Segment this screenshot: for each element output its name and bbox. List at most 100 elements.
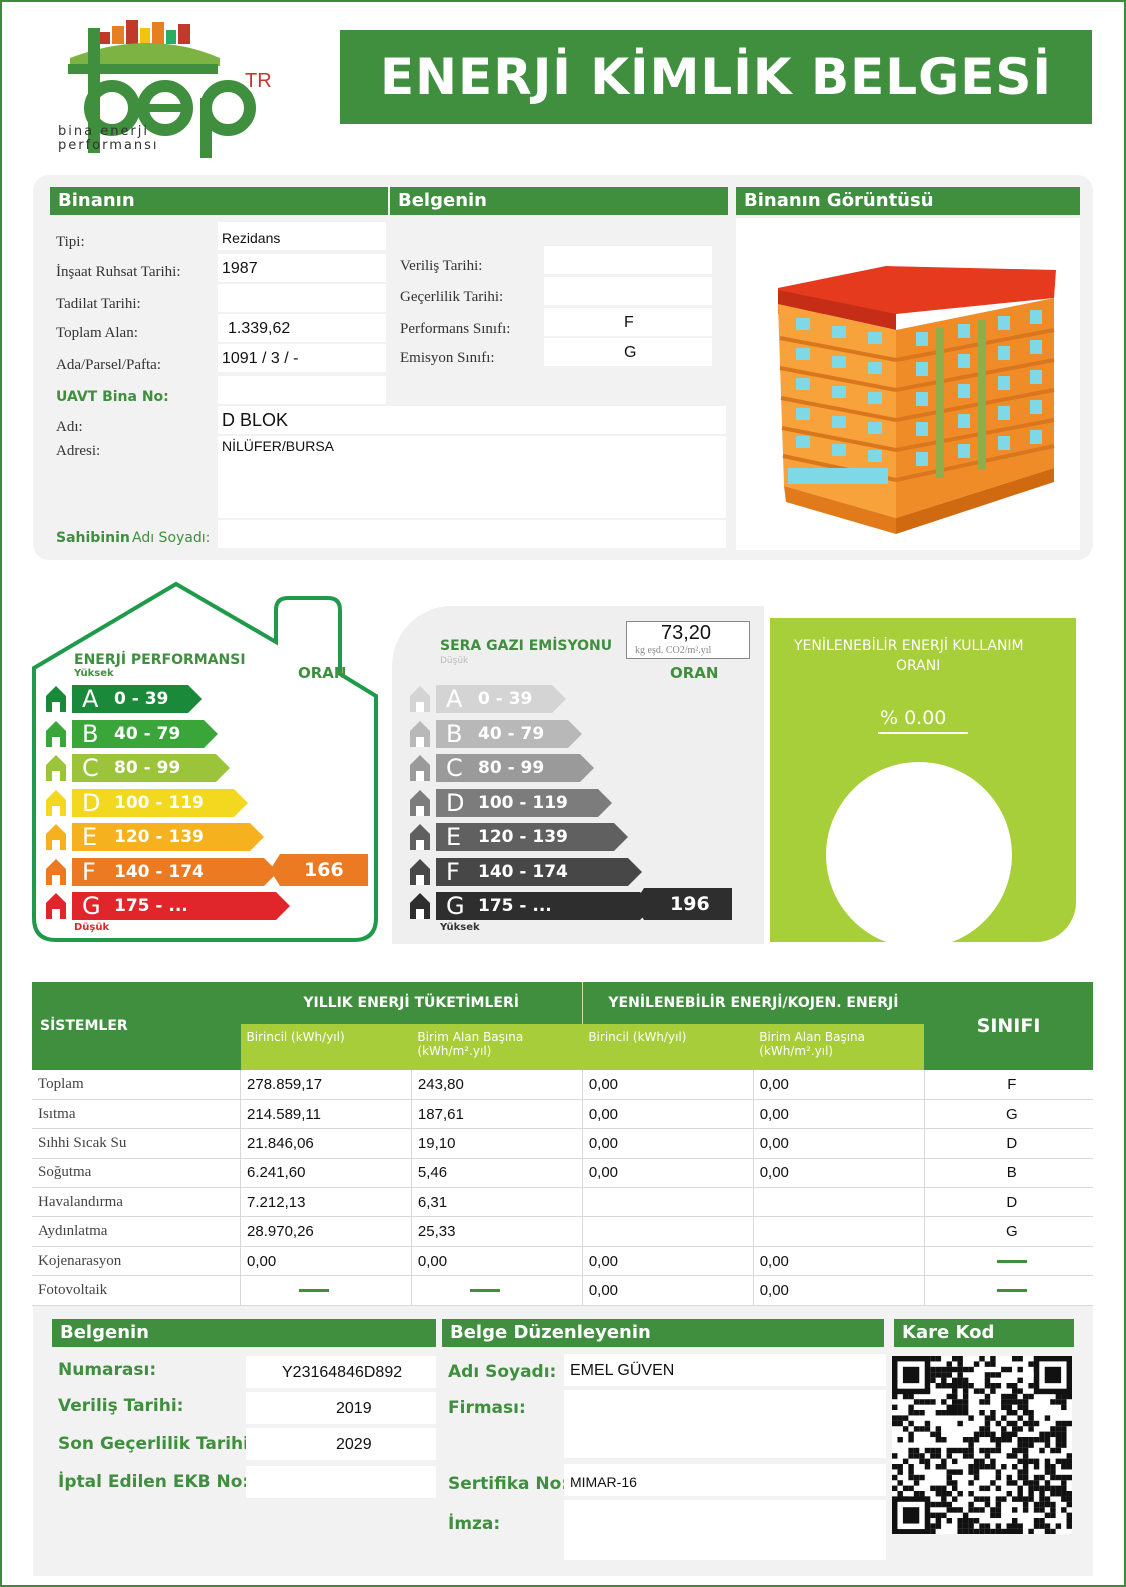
sahip-box [218, 520, 726, 548]
birincil-yenilenebilir: 0,00 [582, 1158, 754, 1189]
renewable-title1: YENİLENEBİLİR ENERJİ KULLANIM [794, 638, 1024, 654]
sahip-label-b: Adı Soyadı: [132, 530, 211, 546]
birim-alan-yenilenebilir: 0,00 [753, 1128, 925, 1159]
emission-band-letter: A [446, 685, 463, 713]
birim-alan-yillik: 0,00 [411, 1246, 583, 1277]
adres-value: NİLÜFER/BURSA [222, 438, 335, 454]
sub-birim-1: Birim Alan Başına (kWh/m².yıl) [411, 1024, 583, 1070]
energy-band-letter: D [82, 788, 101, 817]
adi-value: D BLOK [222, 410, 289, 430]
table-row: Toplam 278.859,17 243,80 0,00 0,00 F [32, 1070, 1093, 1100]
energy-value: 166 [304, 859, 344, 881]
sertifika-value: MIMAR-16 [570, 1474, 637, 1490]
document-title: ENERJİ KİMLİK BELGESİ [340, 30, 1092, 124]
not-applicable-dash [996, 1289, 1027, 1293]
building-image [736, 218, 1080, 550]
gecerlilik-label: Geçerlilik Tarihi: [400, 289, 504, 305]
system-name: Sıhhi Sıcak Su [32, 1128, 242, 1159]
system-name: Havalandırma [32, 1187, 242, 1218]
emission-band-letter: E [446, 823, 462, 851]
energy-band-letter: C [82, 754, 99, 782]
emission-band-range: 100 - 119 [478, 792, 568, 813]
energy-band-letter: G [82, 892, 101, 920]
emission-value-big: 73,20 [661, 622, 712, 644]
sub-birincil-1: Birincil (kWh/yıl) [240, 1024, 412, 1070]
birim-alan-yillik: 25,33 [411, 1216, 583, 1247]
emission-band-letter: G [446, 892, 465, 920]
birincil-yillik: 6.241,60 [240, 1158, 412, 1189]
belge-section-head: Belgenin [390, 187, 728, 215]
renewable-circle [826, 762, 1012, 945]
b-verilis-value: 2019 [336, 1400, 372, 1417]
birincil-yenilenebilir: 0,00 [582, 1246, 754, 1277]
birincil-yillik: 28.970,26 [240, 1216, 412, 1247]
birim-alan-yillik: 5,46 [411, 1158, 583, 1189]
col-yillik: YILLIK ENERJİ TÜKETİMLERİ [240, 982, 583, 1024]
not-applicable-dash [469, 1289, 500, 1293]
sinif: D [924, 1187, 1093, 1218]
energy-band-letter: E [82, 823, 98, 851]
emission-low-label: Düşük [440, 656, 469, 666]
verilis-box [544, 246, 712, 274]
emission-band-range: 80 - 99 [478, 758, 545, 778]
tadilat-label: Tadilat Tarihi: [56, 296, 141, 312]
gecerlilik-box [544, 277, 712, 305]
birim-alan-yenilenebilir [753, 1216, 925, 1247]
ada-value: 1091 / 3 / - [222, 350, 299, 367]
emission-value-box: 73,20 kg eşd. CO2/m².yıl [626, 621, 750, 659]
duzenleyen-head: Belge Düzenleyenin [442, 1319, 884, 1347]
birim-alan-yillik [411, 1275, 583, 1306]
birim-alan-yillik: 19,10 [411, 1128, 583, 1159]
system-name: Fotovoltaik [32, 1275, 242, 1306]
renewable-underline [878, 732, 968, 734]
systems-table: SİSTEMLER YILLIK ENERJİ TÜKETİMLERİ YENİ… [32, 982, 1093, 1306]
table-row: Soğutma 6.241,60 5,46 0,00 0,00 B [32, 1158, 1093, 1189]
emission-band-range: 140 - 174 [478, 861, 568, 882]
logo-sup: TR [245, 70, 272, 92]
emisyon-label: Emisyon Sınıfı: [400, 350, 495, 366]
kare-kod-head: Kare Kod [894, 1319, 1074, 1347]
system-name: Kojenarasyon [32, 1246, 242, 1277]
emission-title: SERA GAZI EMİSYONU [440, 638, 613, 654]
sahip-label-a: Sahibinin [56, 530, 130, 546]
birim-alan-yenilenebilir [753, 1187, 925, 1218]
alan-label: Toplam Alan: [56, 325, 138, 341]
energy-band-range: 0 - 39 [114, 689, 169, 709]
energy-high-label: Yüksek [74, 668, 114, 679]
system-name: Soğutma [32, 1158, 242, 1189]
energy-band-letter: A [82, 685, 99, 713]
goruntu-section-head: Binanın Görüntüsü [736, 187, 1080, 215]
table-row: Sıhhi Sıcak Su 21.846,06 19,10 0,00 0,00 D [32, 1128, 1093, 1159]
ada-label: Ada/Parsel/Pafta: [56, 357, 161, 373]
emission-band-range: 0 - 39 [478, 689, 533, 709]
energy-band-range: 40 - 79 [114, 723, 181, 744]
logo-sub2: performansı [58, 138, 159, 153]
qr-code [892, 1356, 1072, 1535]
table-row: Kojenarasyon 0,00 0,00 0,00 0,00 [32, 1246, 1093, 1277]
sub-birincil-2: Birincil (kWh/yıl) [582, 1024, 754, 1070]
uavt-box [218, 376, 386, 404]
birim-alan-yillik: 187,61 [411, 1099, 583, 1130]
energy-oran-label: ORAN [298, 664, 347, 682]
system-name: Aydınlatma [32, 1216, 242, 1247]
emission-band-range: 120 - 139 [478, 827, 568, 847]
sertifika-label: Sertifika No: [448, 1474, 569, 1494]
verilis-label: Veriliş Tarihi: [400, 258, 483, 274]
perf-label: Performans Sınıfı: [400, 321, 511, 337]
sinif [924, 1275, 1093, 1306]
imza-box [564, 1500, 886, 1560]
birincil-yillik: 21.846,06 [240, 1128, 412, 1159]
birim-alan-yillik: 6,31 [411, 1187, 583, 1218]
iptal-label: İptal Edilen EKB No: [58, 1472, 250, 1492]
birincil-yenilenebilir [582, 1216, 754, 1247]
tipi-label: Tipi: [56, 234, 85, 250]
bep-logo: TR bina enerji performansı [30, 18, 280, 168]
numara-label: Numarası: [58, 1360, 157, 1380]
birincil-yenilenebilir: 0,00 [582, 1128, 754, 1159]
sinif: F [924, 1070, 1093, 1100]
birim-alan-yenilenebilir: 0,00 [753, 1158, 925, 1189]
tadilat-box [218, 284, 386, 312]
birim-alan-yillik: 243,80 [411, 1070, 583, 1100]
energy-band-range: 140 - 174 [114, 861, 204, 882]
birincil-yenilenebilir: 0,00 [582, 1099, 754, 1130]
